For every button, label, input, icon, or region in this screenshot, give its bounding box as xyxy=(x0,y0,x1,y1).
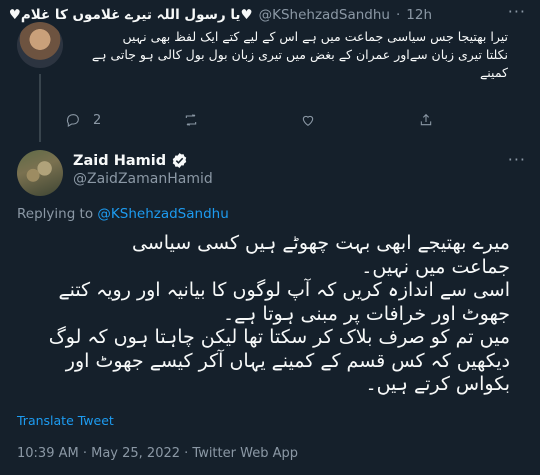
parent-tweet[interactable]: ♥یا رسول اللہ تیرے غلاموں کا غلام♥ @KShe… xyxy=(0,0,540,142)
verified-badge-icon xyxy=(172,153,187,168)
reply-line: کمینے xyxy=(479,65,508,80)
author-name[interactable]: Zaid Hamid xyxy=(73,152,188,169)
replying-to-mention[interactable]: @KShehzadSandhu xyxy=(97,206,228,222)
reply-text: تیرا بھتیجا جس سیاسی جماعت میں ہے اس کے … xyxy=(75,28,508,82)
tweet-line: بکواس کرتے ہیں۔ xyxy=(365,373,510,395)
tweet-text: میرے بھتیجے ابھی بہت چھوٹے ہیں کسی سیاسی… xyxy=(30,232,510,397)
reply-button[interactable]: 2 xyxy=(65,112,183,128)
reply-icon xyxy=(66,114,79,127)
like-button[interactable] xyxy=(300,112,418,128)
replying-to-label: Replying to xyxy=(17,206,94,222)
avatar[interactable] xyxy=(17,150,63,196)
translate-tweet-link[interactable]: Translate Tweet xyxy=(17,413,114,428)
reply-time[interactable]: 12h xyxy=(406,7,432,23)
tweet-line: میں تم کو صرف بلاک کر سکتا تھا لیکن چاہت… xyxy=(48,326,510,348)
share-button[interactable] xyxy=(418,112,536,128)
reply-header: ♥یا رسول اللہ تیرے غلاموں کا غلام♥ @KShe… xyxy=(9,4,432,26)
reply-handle[interactable]: @KShehzadSandhu xyxy=(259,7,390,23)
reply-line: تیرا بھتیجا جس سیاسی جماعت میں ہے اس کے … xyxy=(122,29,509,44)
more-options-icon[interactable]: ··· xyxy=(508,150,526,169)
heart-icon xyxy=(302,115,314,126)
author-handle[interactable]: @ZaidZamanHamid xyxy=(73,171,213,187)
tweet-line: جماعت میں نہیں۔ xyxy=(361,255,510,278)
thread-line xyxy=(39,74,41,142)
tweet-line: اسی سے اندازہ کریں کہ آپ لوگوں کا بیانیہ… xyxy=(58,279,510,301)
avatar[interactable] xyxy=(17,22,63,68)
share-icon xyxy=(420,113,431,126)
reply-count: 2 xyxy=(93,112,102,128)
tweet-timestamp[interactable]: 10:39 AM · May 25, 2022 · Twitter Web Ap… xyxy=(17,446,298,461)
retweet-icon xyxy=(185,114,196,126)
reply-actions: 2 xyxy=(65,110,535,130)
dot-separator: · xyxy=(395,7,401,23)
replying-to: Replying to @KShehzadSandhu xyxy=(17,206,229,222)
reply-line: نکلتا تیری زبان سےاور عمران کے بغض میں ت… xyxy=(91,47,508,62)
reply-display-name[interactable]: ♥یا رسول اللہ تیرے غلاموں کا غلام♥ xyxy=(9,7,253,23)
author-name-text[interactable]: Zaid Hamid xyxy=(73,153,166,169)
more-options-icon[interactable]: ··· xyxy=(508,2,526,21)
retweet-button[interactable] xyxy=(183,112,301,128)
tweet-line: جھوٹ اور خرافات پر مبنی ہوتا ہے۔ xyxy=(222,302,510,325)
tweet-line: میرے بھتیجے ابھی بہت چھوٹے ہیں کسی سیاسی xyxy=(131,232,510,254)
tweet-line: دیکھیں کہ کس قسم کے کمینے یہاں آکر کیسے … xyxy=(65,349,510,372)
